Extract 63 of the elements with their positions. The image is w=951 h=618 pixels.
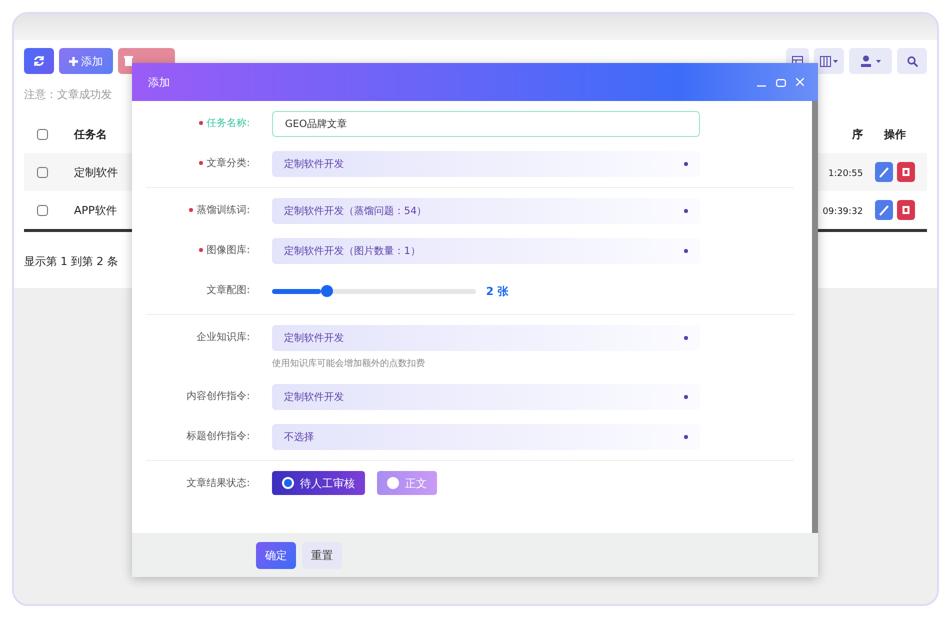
export-icon xyxy=(860,55,882,67)
hint-text: 使用知识库可能会增加额外的点数扣费 xyxy=(272,358,426,370)
select-field[interactable]: 不选择 xyxy=(272,424,700,450)
slider-thumb[interactable] xyxy=(321,284,334,296)
restore-icon[interactable] xyxy=(776,78,786,86)
field-label: 企业知识库: xyxy=(196,330,251,345)
notice-text: 注意：文章成功发 xyxy=(24,87,113,103)
delete-button[interactable] xyxy=(897,162,915,182)
dialog-title: 添加 xyxy=(148,74,170,90)
field-label: 标题创作指令: xyxy=(186,430,251,444)
reset-button[interactable]: 重置 xyxy=(302,542,342,568)
search-icon xyxy=(906,56,918,66)
confirm-button[interactable]: 确定 xyxy=(256,542,296,568)
field-label: 蒸馏训练词: xyxy=(146,198,272,224)
edit-button[interactable] xyxy=(875,162,893,182)
dropdown-dot-icon xyxy=(684,249,688,253)
refresh-icon xyxy=(33,55,45,67)
table-cell: 定制软件 xyxy=(74,166,118,178)
table-cell: 09:39:32 xyxy=(822,206,863,216)
required-marker-icon xyxy=(198,161,203,166)
checkbox[interactable] xyxy=(36,204,48,216)
select-field[interactable]: 定制软件开发（图片数量：1） xyxy=(272,238,700,264)
column-header: 任务名 xyxy=(74,128,107,140)
refresh-button[interactable] xyxy=(24,48,54,74)
dropdown-dot-icon xyxy=(684,209,688,213)
field-label: 图像图库: xyxy=(146,238,272,264)
search-button[interactable] xyxy=(897,48,927,74)
columns-icon xyxy=(820,56,838,66)
export-button[interactable] xyxy=(849,48,892,74)
add-button[interactable]: 添加 xyxy=(59,48,113,74)
dropdown-dot-icon xyxy=(684,336,688,340)
dropdown-dot-icon xyxy=(684,162,688,166)
required-marker-icon xyxy=(188,208,193,212)
select-field[interactable]: 定制软件开发 xyxy=(272,325,700,351)
field-label: 文章配图: xyxy=(206,284,251,298)
edit-button[interactable] xyxy=(875,200,893,220)
dropdown-dot-icon xyxy=(684,435,688,439)
slider-fill[interactable] xyxy=(272,288,322,294)
radio-option[interactable]: 待人工审核 xyxy=(272,471,365,495)
checkbox[interactable] xyxy=(36,128,48,140)
text-input[interactable]: GEO品牌文章 xyxy=(272,111,700,137)
select-field[interactable]: 定制软件开发 xyxy=(272,151,700,177)
field-label: 任务名称: xyxy=(146,111,272,137)
select-field[interactable]: 定制软件开发 xyxy=(272,384,700,410)
field-label: 内容创作指令: xyxy=(186,390,251,404)
table-cell: 1:20:55 xyxy=(828,168,863,178)
select-field[interactable]: 定制软件开发（蒸馏问题：54） xyxy=(272,198,700,224)
pagination-text: 显示第 1 到第 2 条 xyxy=(24,254,119,270)
required-marker-icon xyxy=(198,248,203,252)
checkbox[interactable] xyxy=(36,166,48,178)
delete-button[interactable] xyxy=(897,200,915,220)
columns-button[interactable] xyxy=(814,48,844,74)
field-label: 文章结果状态: xyxy=(186,476,251,491)
slider-value: 2 张 xyxy=(486,284,508,298)
table-cell: APP软件 xyxy=(74,204,117,216)
required-marker-icon xyxy=(198,121,203,126)
column-header: 操作 xyxy=(884,128,906,140)
field-label: 文章分类: xyxy=(146,151,272,177)
close-icon[interactable] xyxy=(796,78,804,86)
plus-icon xyxy=(69,56,78,66)
column-header: 序 xyxy=(852,128,863,140)
dropdown-dot-icon xyxy=(684,395,688,399)
trash-icon xyxy=(124,56,133,66)
